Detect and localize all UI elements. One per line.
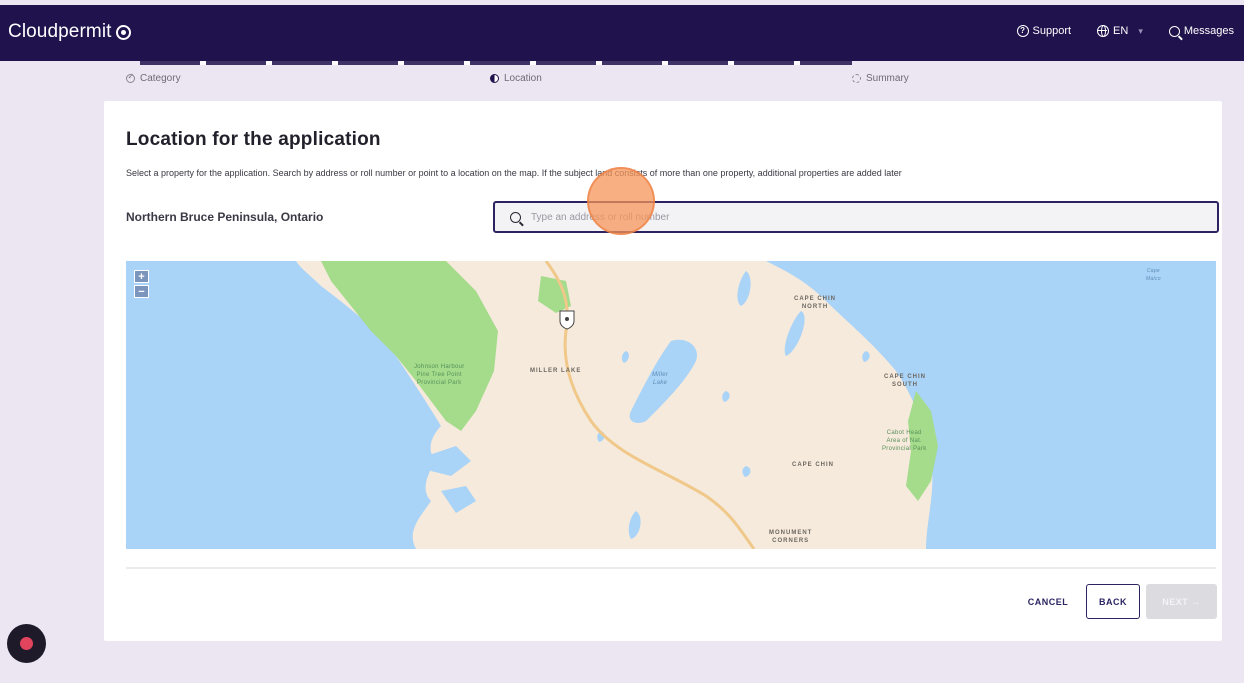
empty-circle-icon xyxy=(852,74,861,83)
step-summary: Summary xyxy=(852,73,909,84)
help-icon: ? xyxy=(1016,25,1029,37)
map-zoom-in-button[interactable]: + xyxy=(134,270,149,283)
map-label-park-west: Johnson Harbour Pine Tree Point Provinci… xyxy=(414,364,465,386)
map-label-corner: Cape Malco xyxy=(1146,268,1161,282)
step-location[interactable]: Location xyxy=(490,73,542,84)
brand-name: Cloudpermit xyxy=(8,21,112,42)
half-circle-icon xyxy=(490,74,499,83)
highway-shield-icon-dot xyxy=(565,317,569,321)
park-west-area xyxy=(321,261,498,431)
step-label: Summary xyxy=(866,73,909,84)
top-bar: Cloudpermit ? Support EN ▾ Messages xyxy=(0,5,1244,61)
step-category[interactable]: Category xyxy=(126,72,181,84)
globe-icon xyxy=(1097,25,1110,37)
chat-bubble-icon xyxy=(20,637,33,650)
address-search-input[interactable] xyxy=(531,211,1131,223)
step-label: Category xyxy=(140,73,181,84)
language-selector[interactable]: EN ▾ xyxy=(1097,25,1143,37)
next-button[interactable]: NEXT → xyxy=(1146,584,1217,619)
support-link[interactable]: ? Support xyxy=(1016,25,1072,37)
map-label-cape-chin-south: CAPE CHIN SOUTH xyxy=(884,374,927,388)
language-label: EN xyxy=(1113,25,1129,37)
brand-mark-icon xyxy=(115,24,131,40)
cancel-button[interactable]: CANCEL xyxy=(1016,584,1080,619)
top-actions: ? Support EN ▾ Messages xyxy=(991,25,1234,37)
footer-divider xyxy=(126,567,1216,569)
map-label-miller-lake-water: Miller Lake xyxy=(652,372,669,386)
page-title: Location for the application xyxy=(126,129,381,150)
brand-logo[interactable]: Cloudpermit xyxy=(8,21,131,43)
map-label-cape-chin: CAPE CHIN xyxy=(792,462,835,468)
chevron-down-icon: ▾ xyxy=(1138,25,1143,36)
step-label: Location xyxy=(504,73,542,84)
map-canvas[interactable] xyxy=(126,261,1216,549)
page-instructions: Select a property for the application. S… xyxy=(126,168,902,178)
map-label-cape-chin-north: CAPE CHIN NORTH xyxy=(794,296,837,310)
location-card: Location for the application Select a pr… xyxy=(104,101,1222,641)
back-button[interactable]: BACK xyxy=(1086,584,1140,619)
map-label-miller-lake: MILLER LAKE xyxy=(530,368,582,374)
messages-link[interactable]: Messages xyxy=(1168,25,1234,37)
check-circle-icon xyxy=(126,72,135,83)
progress-line xyxy=(140,61,852,65)
map-zoom-out-button[interactable]: − xyxy=(134,285,149,298)
address-search-box[interactable] xyxy=(493,201,1219,233)
map-label-park-east: Cabot Head Area of Nat. Provincial Park xyxy=(882,430,927,452)
location-map[interactable]: + − CAPE CHIN NORTH MILLER LAKE Miller L… xyxy=(126,261,1216,549)
messages-search-icon xyxy=(1168,25,1180,37)
municipality-label: Northern Bruce Peninsula, Ontario xyxy=(126,210,324,224)
map-label-monument-corners: MONUMENT CORNERS xyxy=(769,530,813,544)
search-icon xyxy=(510,211,521,223)
help-chat-button[interactable] xyxy=(7,624,46,663)
messages-label: Messages xyxy=(1183,25,1234,37)
support-label: Support xyxy=(1032,25,1072,37)
